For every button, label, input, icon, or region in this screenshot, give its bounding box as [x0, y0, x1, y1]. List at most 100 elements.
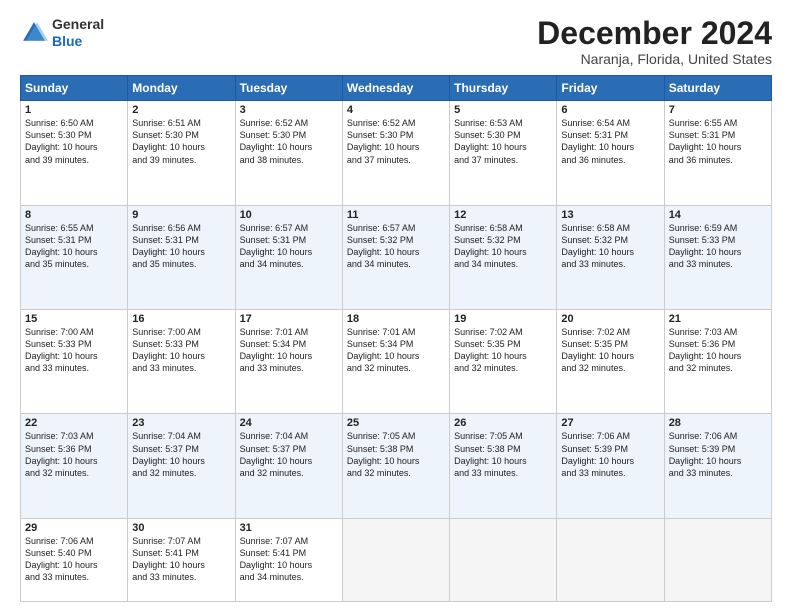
day-number: 29	[25, 522, 123, 534]
day-info: Sunrise: 6:53 AM Sunset: 5:30 PM Dayligh…	[454, 117, 552, 166]
day-number: 21	[669, 313, 767, 325]
day-number: 10	[240, 209, 338, 221]
day-number: 24	[240, 417, 338, 429]
day-number: 4	[347, 104, 445, 116]
table-row: 15Sunrise: 7:00 AM Sunset: 5:33 PM Dayli…	[21, 310, 128, 414]
col-wednesday: Wednesday	[342, 76, 449, 101]
day-number: 11	[347, 209, 445, 221]
day-number: 9	[132, 209, 230, 221]
table-row: 26Sunrise: 7:05 AM Sunset: 5:38 PM Dayli…	[450, 414, 557, 518]
day-info: Sunrise: 7:06 AM Sunset: 5:40 PM Dayligh…	[25, 535, 123, 584]
day-number: 17	[240, 313, 338, 325]
day-number: 15	[25, 313, 123, 325]
day-number: 31	[240, 522, 338, 534]
day-number: 25	[347, 417, 445, 429]
calendar-week-row: 15Sunrise: 7:00 AM Sunset: 5:33 PM Dayli…	[21, 310, 772, 414]
table-row: 16Sunrise: 7:00 AM Sunset: 5:33 PM Dayli…	[128, 310, 235, 414]
day-info: Sunrise: 6:58 AM Sunset: 5:32 PM Dayligh…	[454, 222, 552, 271]
calendar-header-row: Sunday Monday Tuesday Wednesday Thursday…	[21, 76, 772, 101]
table-row: 19Sunrise: 7:02 AM Sunset: 5:35 PM Dayli…	[450, 310, 557, 414]
day-info: Sunrise: 7:00 AM Sunset: 5:33 PM Dayligh…	[25, 326, 123, 375]
day-number: 23	[132, 417, 230, 429]
day-number: 8	[25, 209, 123, 221]
day-number: 22	[25, 417, 123, 429]
table-row: 27Sunrise: 7:06 AM Sunset: 5:39 PM Dayli…	[557, 414, 664, 518]
month-title: December 2024	[537, 16, 772, 51]
table-row: 30Sunrise: 7:07 AM Sunset: 5:41 PM Dayli…	[128, 518, 235, 601]
table-row	[664, 518, 771, 601]
table-row: 7Sunrise: 6:55 AM Sunset: 5:31 PM Daylig…	[664, 101, 771, 205]
table-row: 1Sunrise: 6:50 AM Sunset: 5:30 PM Daylig…	[21, 101, 128, 205]
day-info: Sunrise: 6:58 AM Sunset: 5:32 PM Dayligh…	[561, 222, 659, 271]
day-number: 28	[669, 417, 767, 429]
day-number: 26	[454, 417, 552, 429]
day-number: 14	[669, 209, 767, 221]
col-thursday: Thursday	[450, 76, 557, 101]
day-info: Sunrise: 7:07 AM Sunset: 5:41 PM Dayligh…	[240, 535, 338, 584]
table-row: 23Sunrise: 7:04 AM Sunset: 5:37 PM Dayli…	[128, 414, 235, 518]
col-saturday: Saturday	[664, 76, 771, 101]
table-row: 20Sunrise: 7:02 AM Sunset: 5:35 PM Dayli…	[557, 310, 664, 414]
table-row: 2Sunrise: 6:51 AM Sunset: 5:30 PM Daylig…	[128, 101, 235, 205]
day-info: Sunrise: 7:04 AM Sunset: 5:37 PM Dayligh…	[132, 430, 230, 479]
table-row: 17Sunrise: 7:01 AM Sunset: 5:34 PM Dayli…	[235, 310, 342, 414]
table-row: 8Sunrise: 6:55 AM Sunset: 5:31 PM Daylig…	[21, 205, 128, 309]
day-info: Sunrise: 7:03 AM Sunset: 5:36 PM Dayligh…	[25, 430, 123, 479]
table-row: 14Sunrise: 6:59 AM Sunset: 5:33 PM Dayli…	[664, 205, 771, 309]
day-info: Sunrise: 7:05 AM Sunset: 5:38 PM Dayligh…	[347, 430, 445, 479]
day-info: Sunrise: 7:04 AM Sunset: 5:37 PM Dayligh…	[240, 430, 338, 479]
logo-icon	[20, 19, 48, 47]
day-number: 30	[132, 522, 230, 534]
table-row: 13Sunrise: 6:58 AM Sunset: 5:32 PM Dayli…	[557, 205, 664, 309]
calendar-week-row: 1Sunrise: 6:50 AM Sunset: 5:30 PM Daylig…	[21, 101, 772, 205]
col-friday: Friday	[557, 76, 664, 101]
day-info: Sunrise: 7:02 AM Sunset: 5:35 PM Dayligh…	[454, 326, 552, 375]
logo-blue-text: Blue	[52, 33, 82, 49]
table-row: 11Sunrise: 6:57 AM Sunset: 5:32 PM Dayli…	[342, 205, 449, 309]
calendar-table: Sunday Monday Tuesday Wednesday Thursday…	[20, 75, 772, 602]
day-info: Sunrise: 7:06 AM Sunset: 5:39 PM Dayligh…	[669, 430, 767, 479]
table-row: 18Sunrise: 7:01 AM Sunset: 5:34 PM Dayli…	[342, 310, 449, 414]
day-info: Sunrise: 6:52 AM Sunset: 5:30 PM Dayligh…	[240, 117, 338, 166]
day-number: 3	[240, 104, 338, 116]
day-number: 20	[561, 313, 659, 325]
day-info: Sunrise: 7:00 AM Sunset: 5:33 PM Dayligh…	[132, 326, 230, 375]
calendar-week-row: 22Sunrise: 7:03 AM Sunset: 5:36 PM Dayli…	[21, 414, 772, 518]
table-row: 22Sunrise: 7:03 AM Sunset: 5:36 PM Dayli…	[21, 414, 128, 518]
col-sunday: Sunday	[21, 76, 128, 101]
day-info: Sunrise: 7:02 AM Sunset: 5:35 PM Dayligh…	[561, 326, 659, 375]
day-number: 6	[561, 104, 659, 116]
logo-general-text: General	[52, 16, 104, 32]
day-number: 13	[561, 209, 659, 221]
location: Naranja, Florida, United States	[537, 51, 772, 67]
title-block: December 2024 Naranja, Florida, United S…	[537, 16, 772, 67]
day-info: Sunrise: 6:52 AM Sunset: 5:30 PM Dayligh…	[347, 117, 445, 166]
day-info: Sunrise: 6:55 AM Sunset: 5:31 PM Dayligh…	[669, 117, 767, 166]
col-monday: Monday	[128, 76, 235, 101]
calendar-week-row: 29Sunrise: 7:06 AM Sunset: 5:40 PM Dayli…	[21, 518, 772, 601]
day-info: Sunrise: 6:55 AM Sunset: 5:31 PM Dayligh…	[25, 222, 123, 271]
calendar-week-row: 8Sunrise: 6:55 AM Sunset: 5:31 PM Daylig…	[21, 205, 772, 309]
day-number: 2	[132, 104, 230, 116]
table-row: 9Sunrise: 6:56 AM Sunset: 5:31 PM Daylig…	[128, 205, 235, 309]
table-row: 12Sunrise: 6:58 AM Sunset: 5:32 PM Dayli…	[450, 205, 557, 309]
day-info: Sunrise: 6:51 AM Sunset: 5:30 PM Dayligh…	[132, 117, 230, 166]
table-row	[557, 518, 664, 601]
day-number: 1	[25, 104, 123, 116]
table-row: 31Sunrise: 7:07 AM Sunset: 5:41 PM Dayli…	[235, 518, 342, 601]
table-row: 3Sunrise: 6:52 AM Sunset: 5:30 PM Daylig…	[235, 101, 342, 205]
day-number: 7	[669, 104, 767, 116]
day-info: Sunrise: 6:54 AM Sunset: 5:31 PM Dayligh…	[561, 117, 659, 166]
day-number: 16	[132, 313, 230, 325]
table-row: 10Sunrise: 6:57 AM Sunset: 5:31 PM Dayli…	[235, 205, 342, 309]
day-info: Sunrise: 7:03 AM Sunset: 5:36 PM Dayligh…	[669, 326, 767, 375]
day-number: 5	[454, 104, 552, 116]
table-row: 5Sunrise: 6:53 AM Sunset: 5:30 PM Daylig…	[450, 101, 557, 205]
day-number: 19	[454, 313, 552, 325]
day-number: 27	[561, 417, 659, 429]
header: General Blue December 2024 Naranja, Flor…	[20, 16, 772, 67]
table-row: 4Sunrise: 6:52 AM Sunset: 5:30 PM Daylig…	[342, 101, 449, 205]
table-row: 29Sunrise: 7:06 AM Sunset: 5:40 PM Dayli…	[21, 518, 128, 601]
table-row: 6Sunrise: 6:54 AM Sunset: 5:31 PM Daylig…	[557, 101, 664, 205]
table-row: 24Sunrise: 7:04 AM Sunset: 5:37 PM Dayli…	[235, 414, 342, 518]
